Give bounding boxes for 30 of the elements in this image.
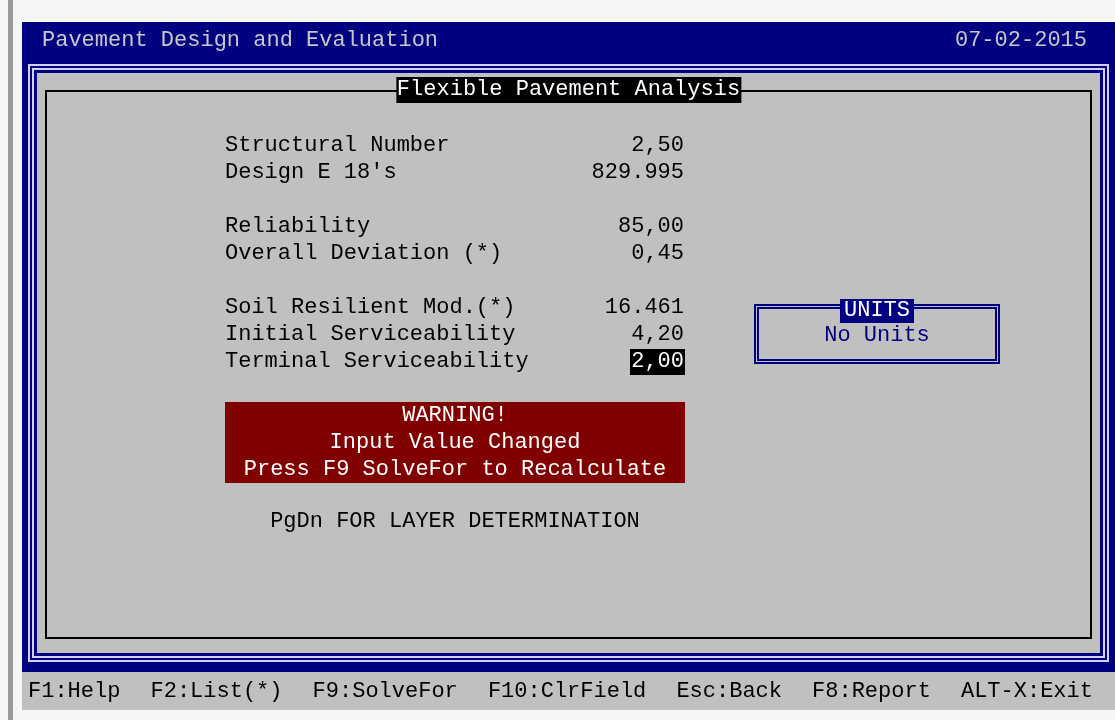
- function-key[interactable]: Esc:Back: [676, 678, 782, 704]
- field-label: Structural Number: [225, 132, 450, 159]
- field-value[interactable]: 16.461: [603, 295, 685, 321]
- date-text: 07-02-2015: [954, 27, 1087, 53]
- field-value[interactable]: 2,00: [630, 349, 685, 375]
- function-key[interactable]: F1:Help: [28, 678, 121, 704]
- field-label: Reliability: [225, 213, 371, 240]
- field-label: Overall Deviation (*): [225, 240, 503, 267]
- units-title: UNITS: [840, 299, 914, 323]
- function-key[interactable]: F9:SolveFor: [312, 678, 458, 704]
- warning-text: Press F9 SolveFor to Recalculate: [242, 456, 668, 483]
- field-value[interactable]: 2,50: [630, 133, 685, 159]
- field-label: Initial Serviceability: [225, 321, 516, 348]
- panel-title: Flexible Pavement Analysis: [395, 77, 742, 103]
- field-value[interactable]: 85,00: [617, 214, 685, 240]
- function-key[interactable]: F2:List(*): [150, 678, 283, 704]
- function-key[interactable]: F8:Report: [812, 678, 931, 704]
- field-value[interactable]: 4,20: [630, 322, 685, 348]
- warning-text: WARNING!: [401, 402, 509, 429]
- field-label: Terminal Serviceability: [225, 348, 529, 375]
- function-key[interactable]: F10:ClrField: [487, 678, 647, 704]
- warning-text: Input Value Changed: [328, 429, 582, 456]
- field-value[interactable]: 829.995: [590, 160, 685, 186]
- field-value[interactable]: 0,45: [630, 241, 685, 267]
- hint-text: PgDn FOR LAYER DETERMINATION: [269, 509, 641, 534]
- function-key[interactable]: ALT-X:Exit: [960, 678, 1093, 704]
- field-label: Soil Resilient Mod.(*): [225, 294, 516, 321]
- field-label: Design E 18's: [225, 159, 397, 186]
- window-title: Pavement Design and Evaluation: [42, 27, 439, 53]
- units-value: No Units: [824, 323, 930, 348]
